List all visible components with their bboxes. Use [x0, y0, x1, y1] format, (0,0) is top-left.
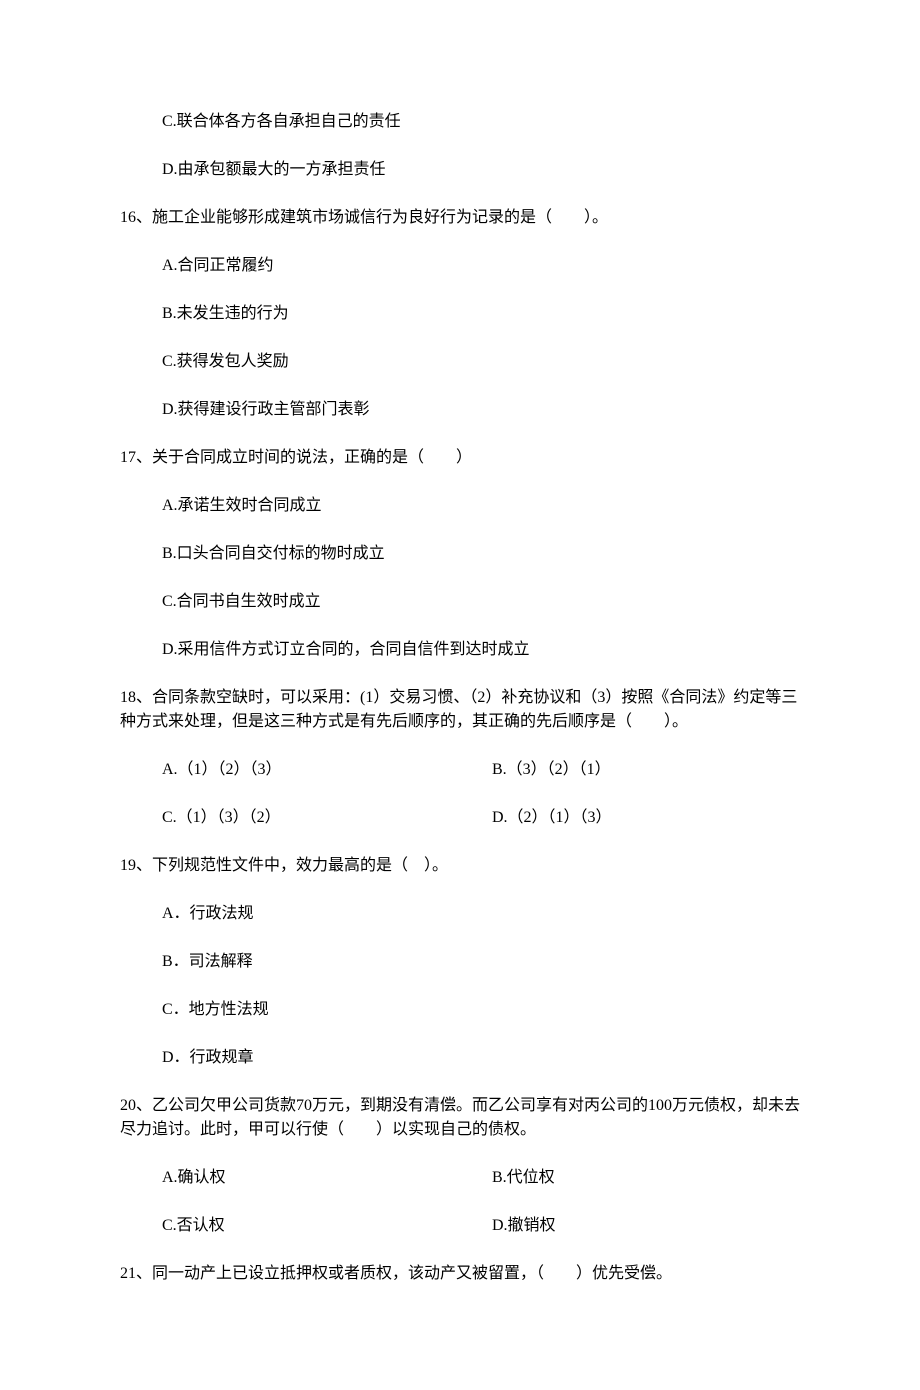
q18-option-a: A.（1）（2）（3）	[162, 758, 492, 782]
q16-option-a: A.合同正常履约	[162, 254, 800, 278]
document-page: C.联合体各方各自承担自己的责任 D.由承包额最大的一方承担责任 16、施工企业…	[0, 0, 920, 1390]
q19-option-d: D．行政规章	[162, 1046, 800, 1070]
q15-option-d: D.由承包额最大的一方承担责任	[162, 158, 800, 182]
q20-option-row-1: A.确认权 B.代位权	[162, 1166, 800, 1190]
q20-option-a: A.确认权	[162, 1166, 492, 1190]
q21-stem: 21、同一动产上已设立抵押权或者质权，该动产又被留置，（ ）优先受偿。	[120, 1262, 800, 1286]
q15-option-c: C.联合体各方各自承担自己的责任	[162, 110, 800, 134]
q16-option-d: D.获得建设行政主管部门表彰	[162, 398, 800, 422]
q17-option-a: A.承诺生效时合同成立	[162, 494, 800, 518]
q20-option-c: C.否认权	[162, 1214, 492, 1238]
q18-option-b: B.（3）（2）（1）	[492, 758, 800, 782]
q20-option-row-2: C.否认权 D.撤销权	[162, 1214, 800, 1238]
q19-option-c: C．地方性法规	[162, 998, 800, 1022]
q19-option-b: B．司法解释	[162, 950, 800, 974]
q20-option-d: D.撤销权	[492, 1214, 800, 1238]
q18-option-row-2: C.（1）（3）（2） D.（2）（1）（3）	[162, 806, 800, 830]
q17-option-d: D.采用信件方式订立合同的，合同自信件到达时成立	[162, 638, 800, 662]
q17-stem: 17、关于合同成立时间的说法，正确的是（ ）	[120, 446, 800, 470]
q18-option-d: D.（2）（1）（3）	[492, 806, 800, 830]
q19-stem: 19、下列规范性文件中，效力最高的是（ ）。	[120, 854, 800, 878]
q18-option-row-1: A.（1）（2）（3） B.（3）（2）（1）	[162, 758, 800, 782]
q16-stem: 16、施工企业能够形成建筑市场诚信行为良好行为记录的是（ ）。	[120, 206, 800, 230]
q16-option-c: C.获得发包人奖励	[162, 350, 800, 374]
q16-option-b: B.未发生违的行为	[162, 302, 800, 326]
q20-option-b: B.代位权	[492, 1166, 800, 1190]
q20-stem: 20、乙公司欠甲公司货款70万元，到期没有清偿。而乙公司享有对丙公司的100万元…	[120, 1094, 800, 1142]
q18-option-c: C.（1）（3）（2）	[162, 806, 492, 830]
q17-option-b: B.口头合同自交付标的物时成立	[162, 542, 800, 566]
q18-stem: 18、合同条款空缺时，可以采用：(1）交易习惯、（2）补充协议和（3）按照《合同…	[120, 686, 800, 734]
q19-option-a: A．行政法规	[162, 902, 800, 926]
q17-option-c: C.合同书自生效时成立	[162, 590, 800, 614]
